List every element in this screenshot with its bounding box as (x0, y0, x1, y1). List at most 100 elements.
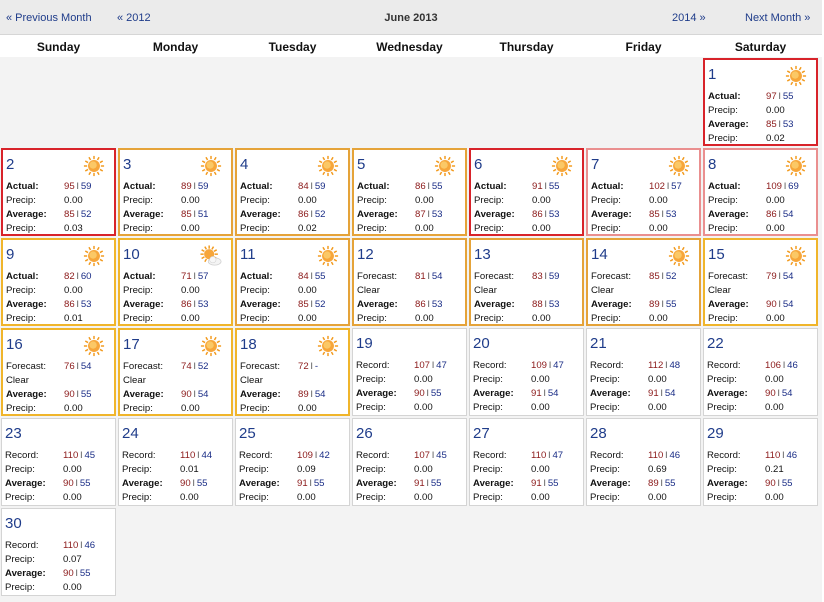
actual-temps-row: Actual: 84 l 59 (240, 180, 346, 194)
calendar-day-cell[interactable]: 24 Record: 110 l 44 Precip: 0.01 Average: 90 l 55 P… (118, 418, 233, 506)
temp-separator: l (544, 271, 547, 282)
low-temp: 54 (80, 361, 92, 372)
precip-value: 0.00 (63, 464, 82, 475)
precip-value: 0.00 (531, 464, 550, 475)
calendar-day-cell[interactable]: 2 Actual: 95 l 59 Precip: 0.00 Average: 85 l 52 Pre… (1, 148, 116, 236)
temp-separator: l (665, 450, 668, 461)
calendar-day-cell[interactable]: 22 Record: 106 l 46 Precip: 0.00 Average: 90 l 54 P… (703, 328, 818, 416)
calendar-day-cell[interactable]: 26 Record: 107 l 45 Precip: 0.00 Average: 91 l 55 P… (352, 418, 467, 506)
average-label: Average: (240, 209, 281, 220)
average-precip-value: 0.00 (649, 223, 668, 234)
high-temp: 82 (64, 271, 75, 282)
average-precip-value: 0.00 (180, 492, 199, 503)
average-precip-value: 0.00 (765, 492, 784, 503)
calendar-day-cell[interactable]: 5 Actual: 86 l 55 Precip: 0.00 Average: 87 l 53 Pre… (352, 148, 467, 236)
calendar-day-cell[interactable]: 12 Forecast: 81 l 54 Clear Average: 86 l 53 Precip… (352, 238, 467, 326)
average-label: Average: (474, 299, 515, 310)
temp-separator: l (76, 361, 79, 372)
calendar-day-cell[interactable]: 20 Record: 109 l 47 Precip: 0.00 Average: 91 l 54 P… (469, 328, 584, 416)
calendar-day-cell[interactable]: 8 Actual: 109 l 69 Precip: 0.00 Average: 86 l 54 Pr… (703, 148, 818, 236)
precip-row: Precip: 0.00 (473, 373, 581, 387)
forecast-label: Forecast: (474, 271, 514, 282)
precip-value: 0.00 (414, 374, 433, 385)
calendar-day-cell[interactable]: 17 Forecast: 74 l 52 Clear Average: 90 l 54 Precip… (118, 328, 233, 416)
average-temps-row: Average: 90 l 55 (5, 477, 113, 491)
average-precip-row: Precip: 0.00 (473, 401, 581, 415)
record-temps-row: Record: 110 l 47 (473, 449, 581, 463)
day-number: 29 (707, 425, 724, 442)
calendar-day-cell[interactable]: 10 Actual: 71 l 57 Precip: 0.00 Average: 86 l 53 Pr… (118, 238, 233, 326)
day-number: 15 (708, 246, 725, 263)
average-high-temp: 90 (181, 389, 192, 400)
average-low-temp: 53 (548, 209, 560, 220)
precip-label: Precip: (357, 223, 387, 234)
low-temp: 55 (314, 271, 326, 282)
calendar-day-cell[interactable]: 27 Record: 110 l 47 Precip: 0.00 Average: 91 l 55 P… (469, 418, 584, 506)
actual-temps-row: Actual: 95 l 59 (6, 180, 112, 194)
calendar-day-cell[interactable]: 30 Record: 110 l 46 Precip: 0.07 Average: 90 l 55 P… (1, 508, 116, 596)
calendar-day-cell[interactable]: 21 Record: 112 l 48 Precip: 0.00 Average: 91 l 54 P… (586, 328, 701, 416)
calendar-day-cell[interactable]: 11 Actual: 84 l 55 Precip: 0.00 Average: 85 l 52 Pr… (235, 238, 350, 326)
temp-separator: l (427, 181, 430, 192)
high-temp: 81 (415, 271, 426, 282)
day-number: 26 (356, 425, 373, 442)
record-label: Record: (356, 450, 390, 461)
temp-separator: l (549, 360, 552, 371)
calendar-day-cell[interactable]: 25 Record: 109 l 42 Precip: 0.09 Average: 91 l 55 P… (235, 418, 350, 506)
record-label: Record: (5, 540, 39, 551)
calendar-day-cell[interactable]: 28 Record: 110 l 46 Precip: 0.69 Average: 89 l 55 P… (586, 418, 701, 506)
precip-label: Precip: (240, 285, 270, 296)
average-precip-row: Precip: 0.02 (240, 222, 346, 236)
calendar-day-cell[interactable]: 9 Actual: 82 l 60 Precip: 0.00 Average: 86 l 53 Pre… (1, 238, 116, 326)
forecast-condition: Clear (123, 375, 146, 386)
condition-row: Clear (123, 374, 229, 388)
average-precip-value: 0.00 (531, 492, 550, 503)
precip-label: Precip: (708, 313, 738, 324)
precip-value: 0.07 (63, 554, 82, 565)
temp-separator: l (660, 388, 663, 399)
temp-separator: l (543, 388, 546, 399)
precip-label: Precip: (240, 195, 270, 206)
calendar-day-cell[interactable]: 13 Forecast: 83 l 59 Clear Average: 88 l 53 Precip… (469, 238, 584, 326)
forecast-temps-row: Forecast: 81 l 54 (357, 270, 463, 284)
low-temp: 59 (314, 181, 326, 192)
average-precip-row: Precip: 0.01 (6, 312, 112, 326)
average-temps-row: Average: 89 l 55 (590, 477, 698, 491)
calendar-day-cell[interactable]: 3 Actual: 89 l 59 Precip: 0.00 Average: 85 l 51 Pre… (118, 148, 233, 236)
forecast-condition: Clear (357, 285, 380, 296)
calendar-day-cell[interactable]: 1 Actual: 97 l 55 Precip: 0.00 Average: 85 l 53 Pre… (703, 58, 818, 146)
temp-separator: l (310, 209, 313, 220)
average-temps-row: Average: 88 l 53 (474, 298, 580, 312)
forecast-label: Forecast: (6, 361, 46, 372)
next-year-link[interactable]: 2014 » (672, 12, 706, 24)
calendar-day-cell[interactable]: 14 Forecast: 85 l 52 Clear Average: 89 l 55 Precip… (586, 238, 701, 326)
calendar-day-cell[interactable]: 6 Actual: 91 l 55 Precip: 0.00 Average: 86 l 53 Pre… (469, 148, 584, 236)
calendar-day-cell[interactable]: 29 Record: 110 l 46 Precip: 0.21 Average: 90 l 55 P… (703, 418, 818, 506)
calendar-day-cell[interactable]: 23 Record: 110 l 45 Precip: 0.00 Average: 90 l 55 P… (1, 418, 116, 506)
average-precip-row: Precip: 0.00 (473, 491, 581, 505)
precip-row: Precip: 0.00 (708, 194, 814, 208)
average-label: Average: (591, 209, 632, 220)
precip-label: Precip: (707, 464, 737, 475)
precip-label: Precip: (5, 464, 35, 475)
temp-separator: l (193, 299, 196, 310)
temp-separator: l (193, 361, 196, 372)
next-month-link[interactable]: Next Month » (745, 12, 810, 24)
day-number: 4 (240, 156, 249, 173)
calendar-day-cell[interactable]: 7 Actual: 102 l 57 Precip: 0.00 Average: 85 l 53 Pr… (586, 148, 701, 236)
precip-value: 0.00 (415, 195, 434, 206)
calendar-day-cell[interactable]: 15 Forecast: 79 l 54 Clear Average: 90 l 54 Precip… (703, 238, 818, 326)
precip-row: Precip: 0.00 (6, 194, 112, 208)
average-precip-value: 0.00 (63, 492, 82, 503)
temp-separator: l (544, 181, 547, 192)
low-temp: 42 (319, 450, 330, 461)
average-high-temp: 91 (531, 478, 542, 489)
average-high-temp: 90 (414, 388, 425, 399)
calendar-day-cell[interactable]: 18 Forecast: 72 l - Clear Average: 89 l 54 Precip:… (235, 328, 350, 416)
low-temp: 52 (197, 361, 209, 372)
forecast-condition: Clear (240, 375, 263, 386)
calendar-day-cell[interactable]: 4 Actual: 84 l 59 Precip: 0.00 Average: 86 l 52 Pre… (235, 148, 350, 236)
calendar-day-cell[interactable]: 19 Record: 107 l 47 Precip: 0.00 Average: 90 l 55 P… (352, 328, 467, 416)
average-label: Average: (590, 388, 631, 399)
calendar-day-cell[interactable]: 16 Forecast: 76 l 54 Clear Average: 90 l 55 Precip… (1, 328, 116, 416)
